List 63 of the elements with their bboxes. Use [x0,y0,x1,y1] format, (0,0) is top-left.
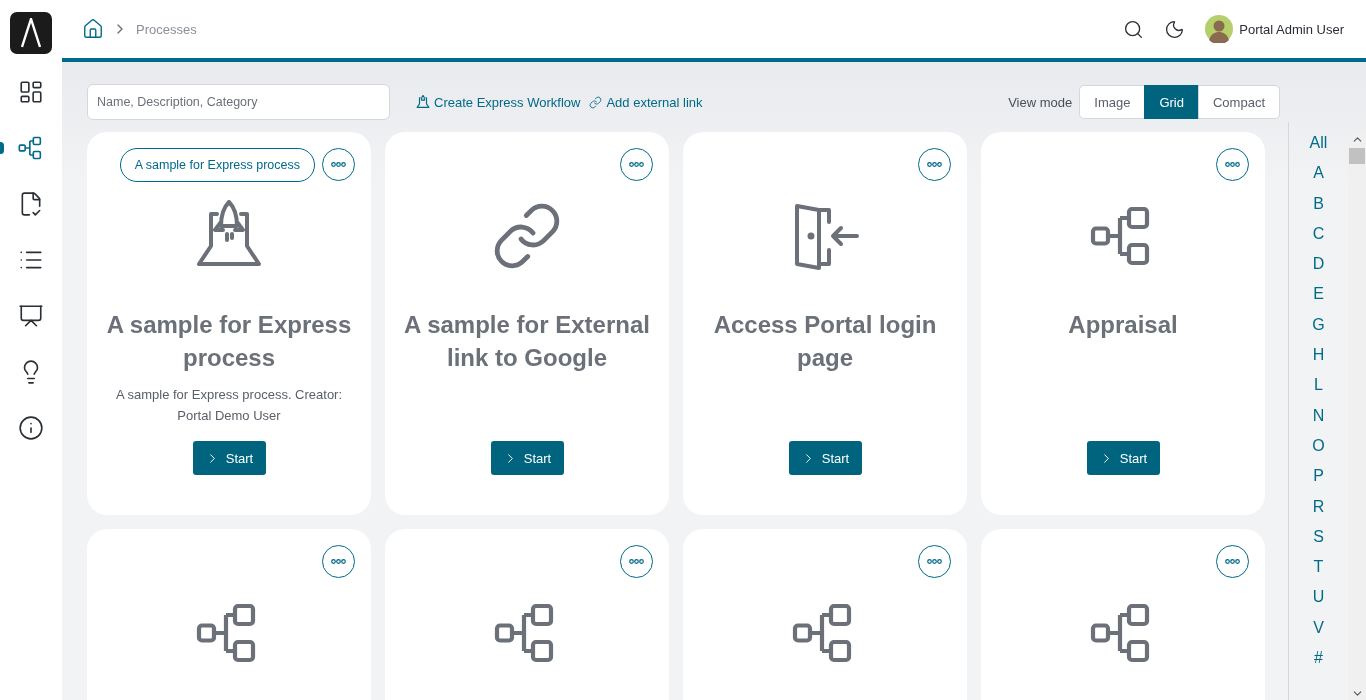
more-button[interactable] [1216,148,1249,181]
view-mode-label: View mode [1008,94,1073,110]
alphabet-filter[interactable]: N [1312,400,1325,431]
start-button[interactable]: Start [490,441,564,475]
alphabet-filter[interactable]: O [1312,430,1325,462]
start-button[interactable]: Start [192,441,266,475]
view-mode-option[interactable]: Image [1079,85,1146,119]
more-button[interactable] [620,148,653,181]
alphabet-filter[interactable]: E [1313,279,1324,310]
rocket-laptop-icon [416,95,430,109]
alphabet-filter[interactable]: P [1313,461,1324,492]
view-mode-option[interactable]: Grid [1144,85,1199,119]
ellipsis-icon [1225,559,1240,564]
chart-board-icon [18,303,44,329]
more-button[interactable] [918,148,951,181]
process-title: A sample for Express process [105,310,353,373]
alphabet-filter[interactable]: A [1313,158,1324,189]
view-mode-option[interactable]: Compact [1197,85,1280,119]
alphabet-filter[interactable]: U [1312,582,1325,613]
start-button[interactable]: Start [788,441,862,475]
alphabet-filter[interactable]: S [1313,521,1324,553]
ellipsis-icon [331,559,346,564]
start-button[interactable]: Start [1086,441,1160,475]
ellipsis-icon [629,559,644,564]
dark-mode-button[interactable] [1164,18,1186,40]
search-field[interactable]: Name, Description, Category [87,84,390,120]
search-button[interactable] [1123,18,1145,40]
alphabet-filter[interactable]: R [1312,491,1325,522]
more-button[interactable] [322,148,355,181]
more-button[interactable] [918,545,951,578]
breadcrumb-current: Processes [136,21,197,37]
alphabet-filter[interactable]: G [1312,309,1325,341]
dashboard-icon [18,79,44,105]
alphabet-filter[interactable]: B [1313,188,1324,219]
alphabet-filter[interactable]: L [1314,370,1323,401]
link-icon [589,95,603,109]
ellipsis-icon [629,162,644,167]
ellipsis-icon [927,559,942,564]
process-title: Access Portal login page [712,310,938,373]
alphabet-filter[interactable]: H [1312,340,1325,371]
avatar[interactable] [1205,15,1234,43]
info-icon [18,415,44,441]
user-name[interactable]: Portal Admin User [1239,21,1344,37]
alphabet-filter[interactable]: T [1313,552,1324,583]
process-description: A sample for Express process. Creator: Portal Demo User [114,386,344,425]
ellipsis-icon [927,162,942,167]
ellipsis-icon [331,162,346,167]
more-button[interactable] [322,545,355,578]
alphabet-filter[interactable]: C [1312,218,1325,250]
home-icon[interactable] [82,18,104,40]
toolbar-link[interactable]: Add external link [589,94,703,110]
alphabet-filter[interactable]: All [1309,128,1328,159]
alphabet-filter[interactable]: # [1314,643,1323,674]
toolbar-link[interactable]: Create Express Workflow [416,94,581,110]
alphabet-filter[interactable]: V [1313,612,1324,644]
scrollbar-thumb[interactable] [1349,148,1365,164]
process-title: Appraisal [1068,310,1178,340]
app-logo[interactable] [10,12,52,54]
more-button[interactable] [620,545,653,578]
alphabet-filter[interactable]: D [1312,249,1325,280]
process-title: A sample for External link to Google [403,310,651,373]
more-button[interactable] [1216,545,1249,578]
ellipsis-icon [1225,162,1240,167]
